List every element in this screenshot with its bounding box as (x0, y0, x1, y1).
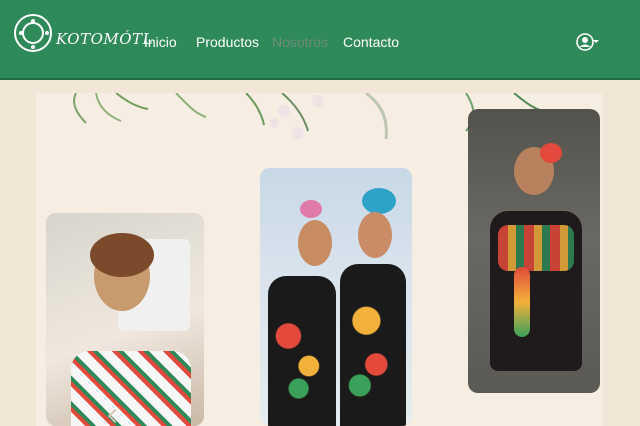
photo-woman-left[interactable] (46, 213, 204, 426)
logo-dot (19, 31, 23, 35)
logo-inner-ring (22, 22, 44, 44)
nav-productos[interactable]: Productos (196, 34, 259, 50)
photo-two-women-center[interactable] (260, 168, 412, 426)
nav-inicio[interactable]: Inicio (144, 34, 177, 50)
brand-name[interactable]: KOTOMÓTL (56, 30, 153, 48)
chevron-down-icon (593, 40, 599, 43)
gallery-section (36, 93, 602, 426)
nav-nosotros[interactable]: Nosotros (272, 34, 328, 50)
user-menu[interactable] (576, 33, 599, 51)
brand-logo-icon[interactable] (14, 14, 52, 52)
nav-contacto[interactable]: Contacto (343, 34, 399, 50)
logo-dot (31, 19, 35, 23)
user-circle-icon (576, 33, 599, 51)
logo-dot (31, 45, 35, 49)
logo-dot (45, 31, 49, 35)
photo-woman-right[interactable] (468, 109, 600, 393)
top-navbar: KOTOMÓTL Inicio Productos Nosotros Conta… (0, 0, 640, 80)
